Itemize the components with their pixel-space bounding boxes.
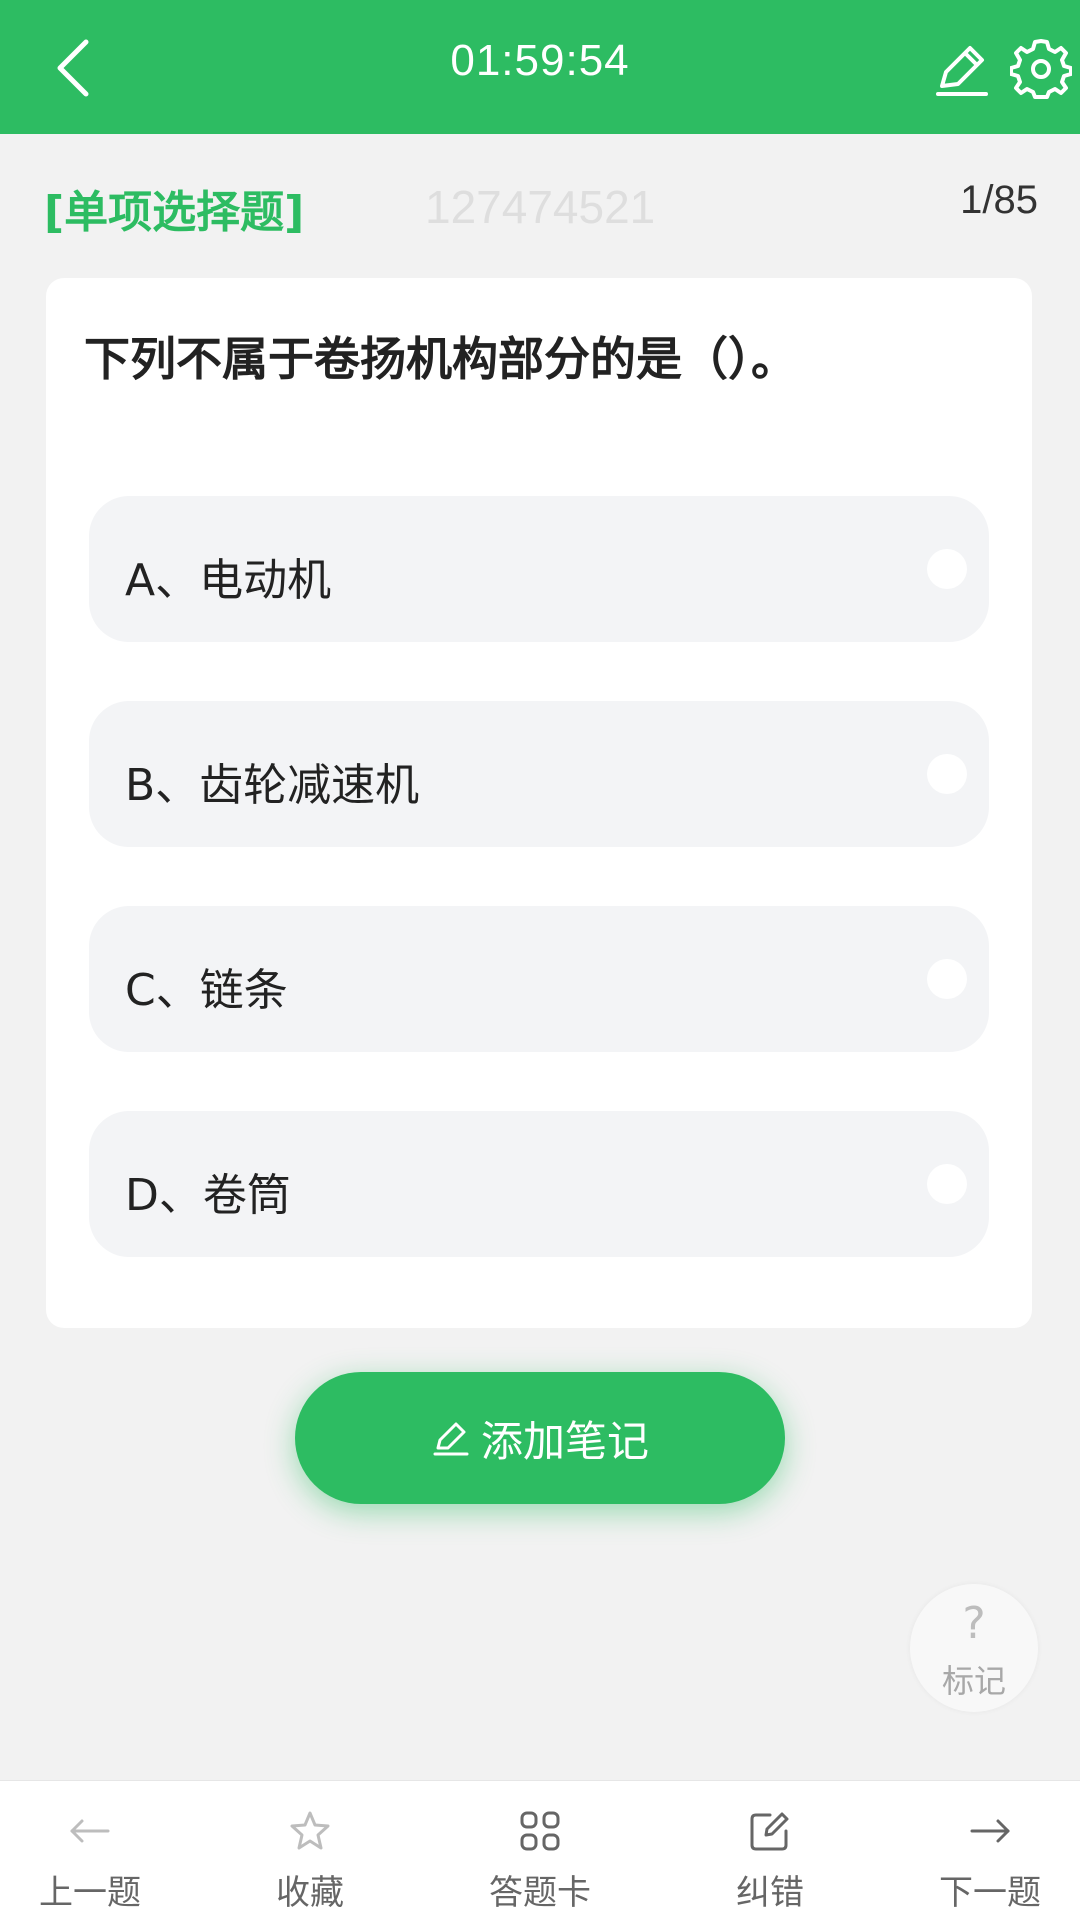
gear-icon xyxy=(1009,39,1073,99)
answer-sheet-button[interactable]: 答题卡 xyxy=(450,1781,630,1921)
star-icon xyxy=(290,1811,330,1850)
edit-button[interactable] xyxy=(932,40,992,100)
question-type-label: [单项选择题] xyxy=(44,187,305,238)
nav-label: 下一题 xyxy=(939,1873,1041,1913)
question-card: 下列不属于卷扬机构部分的是（）。 A、电动机 B、齿轮减速机 C、链条 D、卷筒 xyxy=(46,278,1032,1328)
nav-label: 答题卡 xyxy=(489,1873,591,1913)
add-note-button[interactable]: 添加笔记 xyxy=(295,1372,785,1504)
arrow-left-icon xyxy=(70,1819,110,1843)
option-b[interactable]: B、齿轮减速机 xyxy=(89,701,989,847)
report-error-button[interactable]: 纠错 xyxy=(680,1781,860,1921)
option-c[interactable]: C、链条 xyxy=(89,906,989,1052)
favorite-button[interactable]: 收藏 xyxy=(220,1781,400,1921)
mark-question-button[interactable]: ? 标记 xyxy=(910,1584,1038,1712)
edit-box-icon xyxy=(750,1812,789,1851)
nav-label: 纠错 xyxy=(736,1873,804,1913)
nav-label: 收藏 xyxy=(276,1873,344,1913)
option-label: D、卷筒 xyxy=(125,1170,291,1221)
pen-icon xyxy=(433,1422,469,1456)
previous-question-button[interactable]: 上一题 xyxy=(0,1781,180,1921)
radio-circle-icon[interactable] xyxy=(927,959,967,999)
option-d[interactable]: D、卷筒 xyxy=(89,1111,989,1257)
question-text: 下列不属于卷扬机构部分的是（）。 xyxy=(84,332,797,386)
question-mark-icon: ? xyxy=(962,1598,986,1649)
next-question-button[interactable]: 下一题 xyxy=(900,1781,1080,1921)
radio-circle-icon[interactable] xyxy=(927,754,967,794)
question-progress: 1/85 xyxy=(960,178,1038,222)
watermark-text: 127474521 xyxy=(425,181,656,233)
add-note-label: 添加笔记 xyxy=(480,1416,649,1466)
option-label: A、电动机 xyxy=(125,555,332,606)
option-label: C、链条 xyxy=(125,965,288,1016)
top-app-bar: 01:59:54 xyxy=(0,0,1080,134)
pen-icon xyxy=(936,46,988,96)
nav-label: 上一题 xyxy=(39,1873,141,1913)
settings-button[interactable] xyxy=(1009,38,1073,100)
grid-icon xyxy=(520,1811,560,1851)
option-label: B、齿轮减速机 xyxy=(125,760,420,811)
option-a[interactable]: A、电动机 xyxy=(89,496,989,642)
radio-circle-icon[interactable] xyxy=(927,549,967,589)
arrow-right-icon xyxy=(970,1819,1010,1843)
exam-timer: 01:59:54 xyxy=(450,36,630,85)
radio-circle-icon[interactable] xyxy=(927,1164,967,1204)
bottom-nav: 上一题 收藏 答题卡 纠错 下一题 xyxy=(0,1780,1080,1921)
mark-label: 标记 xyxy=(941,1662,1006,1700)
